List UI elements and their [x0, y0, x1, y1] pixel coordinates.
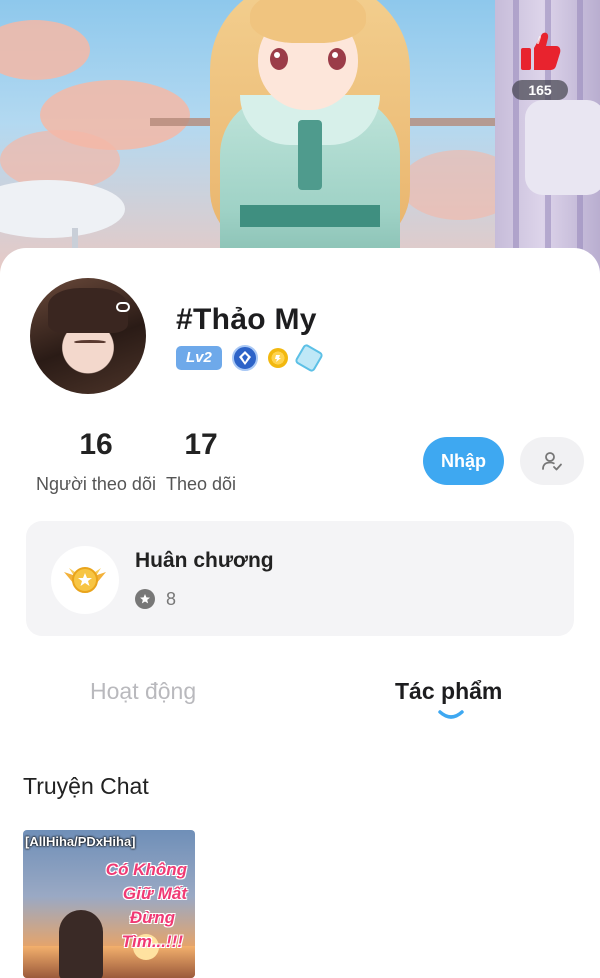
- medal-card[interactable]: Huân chương 8: [26, 521, 574, 636]
- medal-count: 8: [166, 589, 177, 609]
- character-eye: [270, 48, 288, 70]
- tab-activity[interactable]: Hoạt động: [90, 678, 196, 705]
- story-card[interactable]: [AllHiha/PDxHiha] Có Không Giữ Mất Đừng …: [23, 830, 195, 978]
- profile-sheet: #Thảo My Lv2 16 Người theo dõi 17 Theo d…: [0, 248, 600, 978]
- character-bangs: [250, 0, 366, 43]
- avatar-eyes: [74, 340, 106, 344]
- avatar-hair-clip: [116, 302, 130, 312]
- medal-icon-holder: [51, 546, 119, 614]
- enter-button[interactable]: Nhập: [423, 437, 504, 485]
- coin-icon: [274, 355, 281, 362]
- avatar-hair: [48, 288, 128, 333]
- character-illustration: [200, 0, 420, 275]
- like-button[interactable]: 165: [510, 28, 570, 103]
- following-count: 17: [184, 428, 218, 461]
- thumbs-up-icon: [521, 32, 561, 70]
- character-belt: [240, 205, 380, 227]
- medal-title: Huân chương: [135, 549, 274, 572]
- star-icon: [135, 589, 155, 609]
- followers-label: Người theo dõi: [36, 474, 156, 494]
- cloud-decoration: [0, 20, 90, 80]
- avatar[interactable]: [30, 278, 146, 394]
- user-name: #Thảo My: [176, 303, 317, 336]
- story-title-line: Tìm...!!!: [121, 932, 183, 951]
- character-ribbon: [298, 120, 322, 190]
- like-count: 165: [512, 80, 568, 100]
- story-title-line: Đừng: [129, 908, 175, 927]
- story-tag: [AllHiha/PDxHiha]: [25, 834, 136, 849]
- table-decoration: [0, 180, 125, 238]
- followers-stat[interactable]: 16 Người theo dõi: [32, 428, 160, 495]
- following-stat[interactable]: 17 Theo dõi: [162, 428, 240, 495]
- diamond-icon: [238, 351, 251, 365]
- diamond-badge-icon[interactable]: [231, 345, 258, 371]
- section-title: Truyện Chat: [23, 773, 149, 799]
- coin-badge-icon[interactable]: [267, 348, 288, 368]
- level-badge[interactable]: Lv2: [176, 346, 222, 370]
- winged-medal-icon: [64, 567, 106, 593]
- character-eye: [328, 48, 346, 70]
- follow-status-button[interactable]: [520, 437, 584, 485]
- story-title-line: Có Không: [105, 860, 187, 879]
- tab-works[interactable]: Tác phẩm: [395, 678, 502, 705]
- hexagon-badge-icon[interactable]: [293, 342, 324, 374]
- person-check-icon: [542, 452, 562, 471]
- star-shape: [140, 594, 150, 604]
- active-tab-indicator: [438, 710, 464, 719]
- story-cover-person: [59, 910, 103, 978]
- story-title-line: Giữ Mất: [122, 884, 187, 903]
- pillow-decoration: [525, 100, 600, 195]
- followers-count: 16: [79, 428, 113, 461]
- badge-row: Lv2: [176, 342, 324, 374]
- profile-banner: 165: [0, 0, 600, 275]
- following-label: Theo dõi: [165, 474, 237, 494]
